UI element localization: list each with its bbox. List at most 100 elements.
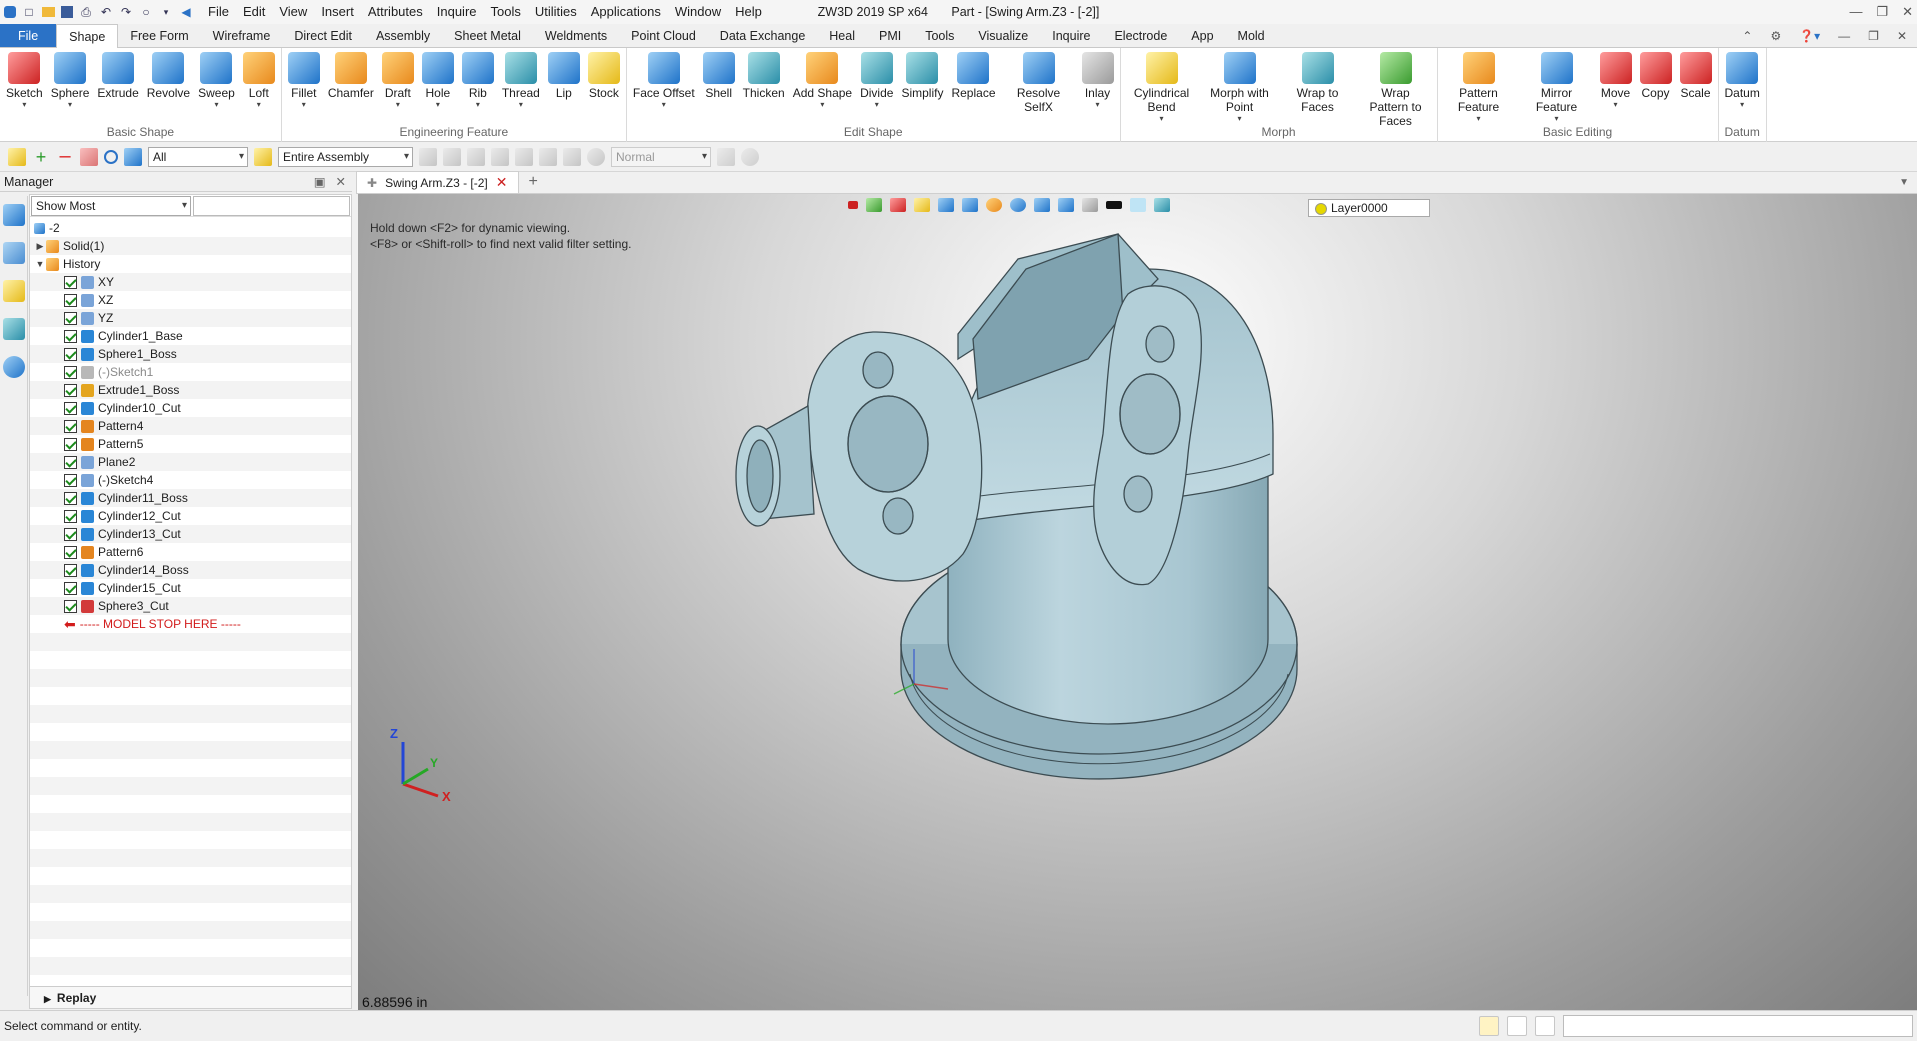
history-item[interactable]: (-)Sketch1 — [30, 363, 351, 381]
visibility-checkbox[interactable] — [64, 491, 77, 505]
history-item[interactable]: (-)Sketch4 — [30, 471, 351, 489]
history-item[interactable]: XZ — [30, 291, 351, 309]
tree-solid[interactable]: ▶ Solid(1) — [30, 237, 351, 255]
tab-mold[interactable]: Mold — [1226, 24, 1277, 47]
tab-assembly[interactable]: Assembly — [364, 24, 442, 47]
redo-icon[interactable]: ↷ — [119, 5, 133, 19]
model-stop-row[interactable]: ⬅ ----- MODEL STOP HERE ----- — [30, 615, 351, 633]
snap-icon-1[interactable] — [419, 147, 437, 166]
filter-combo[interactable]: All — [148, 146, 248, 167]
visibility-checkbox[interactable] — [64, 545, 77, 559]
collapse-ribbon-icon[interactable]: ⌃ — [1742, 24, 1752, 48]
visibility-checkbox[interactable] — [64, 311, 77, 325]
view-manager-icon[interactable] — [3, 280, 25, 302]
tab-direct-edit[interactable]: Direct Edit — [282, 24, 364, 47]
tree-history[interactable]: ▼ History — [30, 255, 351, 273]
save-icon[interactable] — [61, 6, 73, 18]
history-item[interactable]: Cylinder15_Cut — [30, 579, 351, 597]
menu-attributes[interactable]: Attributes — [361, 0, 430, 24]
snap-icon-5[interactable] — [515, 147, 533, 166]
menu-file[interactable]: File — [201, 0, 236, 24]
chevron-down-icon[interactable]: ▾ — [1237, 114, 1241, 123]
visibility-checkbox[interactable] — [64, 437, 77, 451]
scope-combo[interactable]: Entire Assembly — [278, 146, 413, 167]
menu-tools[interactable]: Tools — [484, 0, 528, 24]
visibility-checkbox[interactable] — [64, 365, 77, 379]
menu-applications[interactable]: Applications — [584, 0, 668, 24]
selection-mode-icon[interactable]: ○ — [139, 5, 153, 19]
chevron-down-icon[interactable]: ▾ — [662, 100, 666, 109]
remove-icon[interactable]: – — [56, 146, 74, 166]
tab-data-exchange[interactable]: Data Exchange — [708, 24, 817, 47]
replay-section[interactable]: ▶ Replay — [30, 986, 351, 1008]
visibility-checkbox[interactable] — [64, 581, 77, 595]
window-minimize-icon[interactable]: — — [1838, 24, 1850, 48]
pick-filter-icon[interactable] — [80, 147, 98, 166]
chevron-down-icon[interactable]: ▾ — [302, 100, 306, 109]
tab-app[interactable]: App — [1179, 24, 1225, 47]
chevron-down-icon[interactable]: ▾ — [1740, 100, 1744, 109]
tab-sheet-metal[interactable]: Sheet Metal — [442, 24, 533, 47]
tab-heal[interactable]: Heal — [817, 24, 867, 47]
tab-electrode[interactable]: Electrode — [1102, 24, 1179, 47]
part-model[interactable] — [358, 194, 1917, 1010]
history-item[interactable]: Pattern5 — [30, 435, 351, 453]
snap-icon-2[interactable] — [443, 147, 461, 166]
mode-icon[interactable] — [587, 147, 605, 166]
chevron-down-icon[interactable]: ▾ — [1159, 114, 1163, 123]
chevron-down-icon[interactable]: ▾ — [519, 100, 523, 109]
status-view-icon-1[interactable] — [1479, 1016, 1499, 1036]
history-item[interactable]: Extrude1_Boss — [30, 381, 351, 399]
pin-icon[interactable] — [563, 147, 581, 166]
history-item[interactable]: Pattern4 — [30, 417, 351, 435]
window-close-icon[interactable]: ✕ — [1897, 24, 1907, 48]
chevron-down-icon[interactable]: ▾ — [1095, 100, 1099, 109]
visibility-checkbox[interactable] — [64, 293, 77, 307]
chevron-down-icon[interactable]: ▾ — [396, 100, 400, 109]
chevron-down-icon[interactable]: ▾ — [257, 100, 261, 109]
history-item[interactable]: YZ — [30, 309, 351, 327]
visibility-checkbox[interactable] — [64, 329, 77, 343]
gear-icon[interactable] — [741, 147, 759, 166]
visibility-checkbox[interactable] — [64, 599, 77, 613]
visibility-checkbox[interactable] — [64, 527, 77, 541]
settings-gear-icon[interactable]: ⚙ — [1770, 24, 1781, 48]
visibility-checkbox[interactable] — [64, 383, 77, 397]
menu-edit[interactable]: Edit — [236, 0, 272, 24]
tab-file[interactable]: File — [0, 24, 57, 47]
image-manager-icon[interactable] — [3, 318, 25, 340]
history-item[interactable]: Cylinder11_Boss — [30, 489, 351, 507]
minimize-icon[interactable]: — — [1849, 0, 1862, 24]
tab-free-form[interactable]: Free Form — [118, 24, 200, 47]
snap-icon-6[interactable] — [539, 147, 557, 166]
assembly-scope-icon[interactable] — [254, 147, 272, 166]
tab-visualize[interactable]: Visualize — [966, 24, 1040, 47]
history-item[interactable]: Cylinder12_Cut — [30, 507, 351, 525]
tab-list-icon[interactable]: ▼ — [1899, 172, 1909, 194]
history-manager-icon[interactable] — [3, 204, 25, 226]
pick-icon[interactable] — [8, 147, 26, 166]
chevron-down-icon[interactable]: ▾ — [436, 100, 440, 109]
tab-point-cloud[interactable]: Point Cloud — [619, 24, 708, 47]
visibility-checkbox[interactable] — [64, 455, 77, 469]
collapse-icon[interactable]: ▼ — [34, 259, 46, 269]
tab-weldments[interactable]: Weldments — [533, 24, 619, 47]
chevron-down-icon[interactable]: ▾ — [1554, 114, 1558, 123]
manager-filter-combo[interactable]: Show Most — [31, 196, 191, 216]
history-item[interactable]: Cylinder10_Cut — [30, 399, 351, 417]
chevron-down-icon[interactable]: ▾ — [476, 100, 480, 109]
visibility-checkbox[interactable] — [64, 473, 77, 487]
snap-icon-3[interactable] — [467, 147, 485, 166]
menu-inquire[interactable]: Inquire — [430, 0, 484, 24]
menu-insert[interactable]: Insert — [314, 0, 361, 24]
tab-shape[interactable]: Shape — [56, 24, 119, 49]
chevron-down-icon[interactable]: ▾ — [68, 100, 72, 109]
history-item[interactable]: Cylinder1_Base — [30, 327, 351, 345]
chevron-down-icon[interactable]: ▾ — [1476, 114, 1480, 123]
visibility-checkbox[interactable] — [64, 419, 77, 433]
menu-help[interactable]: Help — [728, 0, 769, 24]
chevron-down-icon[interactable]: ▾ — [159, 5, 173, 19]
window-restore-icon[interactable]: ❐ — [1868, 24, 1879, 48]
history-item[interactable]: Cylinder14_Boss — [30, 561, 351, 579]
menu-view[interactable]: View — [272, 0, 314, 24]
